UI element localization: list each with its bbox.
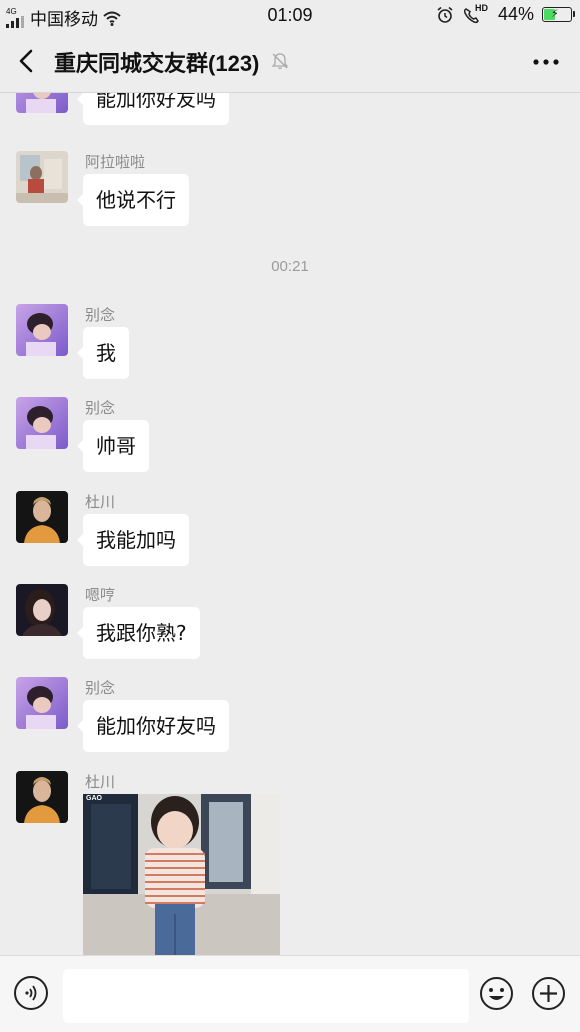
avatar[interactable] [16, 771, 68, 823]
message-bubble[interactable]: 帅哥 [77, 420, 149, 472]
sender-name: 别念 [85, 306, 116, 324]
avatar[interactable] [16, 151, 68, 203]
battery-percent: 44% [497, 4, 534, 24]
phone-hd-icon: HD [462, 2, 490, 25]
image-message[interactable]: GAO [83, 794, 280, 955]
sender-name: 杜川 [85, 493, 116, 511]
charging-icon: ⚡ [551, 7, 559, 20]
message-input[interactable] [63, 969, 469, 1023]
sender-name: 别念 [85, 679, 116, 697]
sender-name: 嗯哼 [85, 586, 116, 604]
avatar[interactable] [16, 93, 68, 113]
hd-label: HD [474, 2, 488, 13]
alarm-icon [437, 6, 453, 23]
avatar[interactable] [16, 677, 68, 729]
message-list[interactable]: 能加你好友吗 阿拉啦啦 他说不行 00:21 别念 我 别念 帅哥 杜川 我能加… [0, 93, 580, 955]
timestamp: 00:21 [271, 258, 309, 275]
back-icon[interactable] [14, 46, 40, 76]
message-bubble[interactable]: 能加你好友吗 [77, 700, 229, 752]
status-right: HD 44% ⚡ [436, 2, 575, 25]
image-watermark: GAO [86, 795, 102, 802]
voice-icon [25, 985, 37, 1001]
battery-icon: ⚡ [542, 7, 575, 22]
status-bar: 4G 中国移动 01:09 HD 44% ⚡ [0, 0, 580, 30]
voice-button[interactable] [14, 976, 48, 1010]
plus-icon[interactable] [531, 976, 566, 1011]
avatar[interactable] [16, 304, 68, 356]
input-bar [0, 955, 580, 1032]
mute-icon [271, 53, 289, 70]
sender-name: 阿拉啦啦 [85, 153, 146, 171]
sender-name: 杜川 [85, 773, 116, 791]
avatar[interactable] [16, 491, 68, 543]
avatar[interactable] [16, 584, 68, 636]
message-bubble[interactable]: 能加你好友吗 [77, 93, 229, 125]
emoji-icon[interactable] [479, 976, 514, 1011]
group-name: 重庆同城交友群 [54, 52, 209, 77]
message-bubble[interactable]: 我 [77, 327, 129, 379]
message-bubble[interactable]: 我能加吗 [77, 514, 189, 566]
message-bubble[interactable]: 我跟你熟? [77, 607, 200, 659]
sender-name: 别念 [85, 399, 116, 417]
chat-title: 重庆同城交友群(123) [54, 46, 259, 78]
member-count: (123) [208, 51, 260, 76]
chat-header: 重庆同城交友群(123) [0, 30, 580, 93]
more-icon[interactable] [532, 58, 560, 66]
avatar[interactable] [16, 397, 68, 449]
message-bubble[interactable]: 他说不行 [77, 174, 189, 226]
